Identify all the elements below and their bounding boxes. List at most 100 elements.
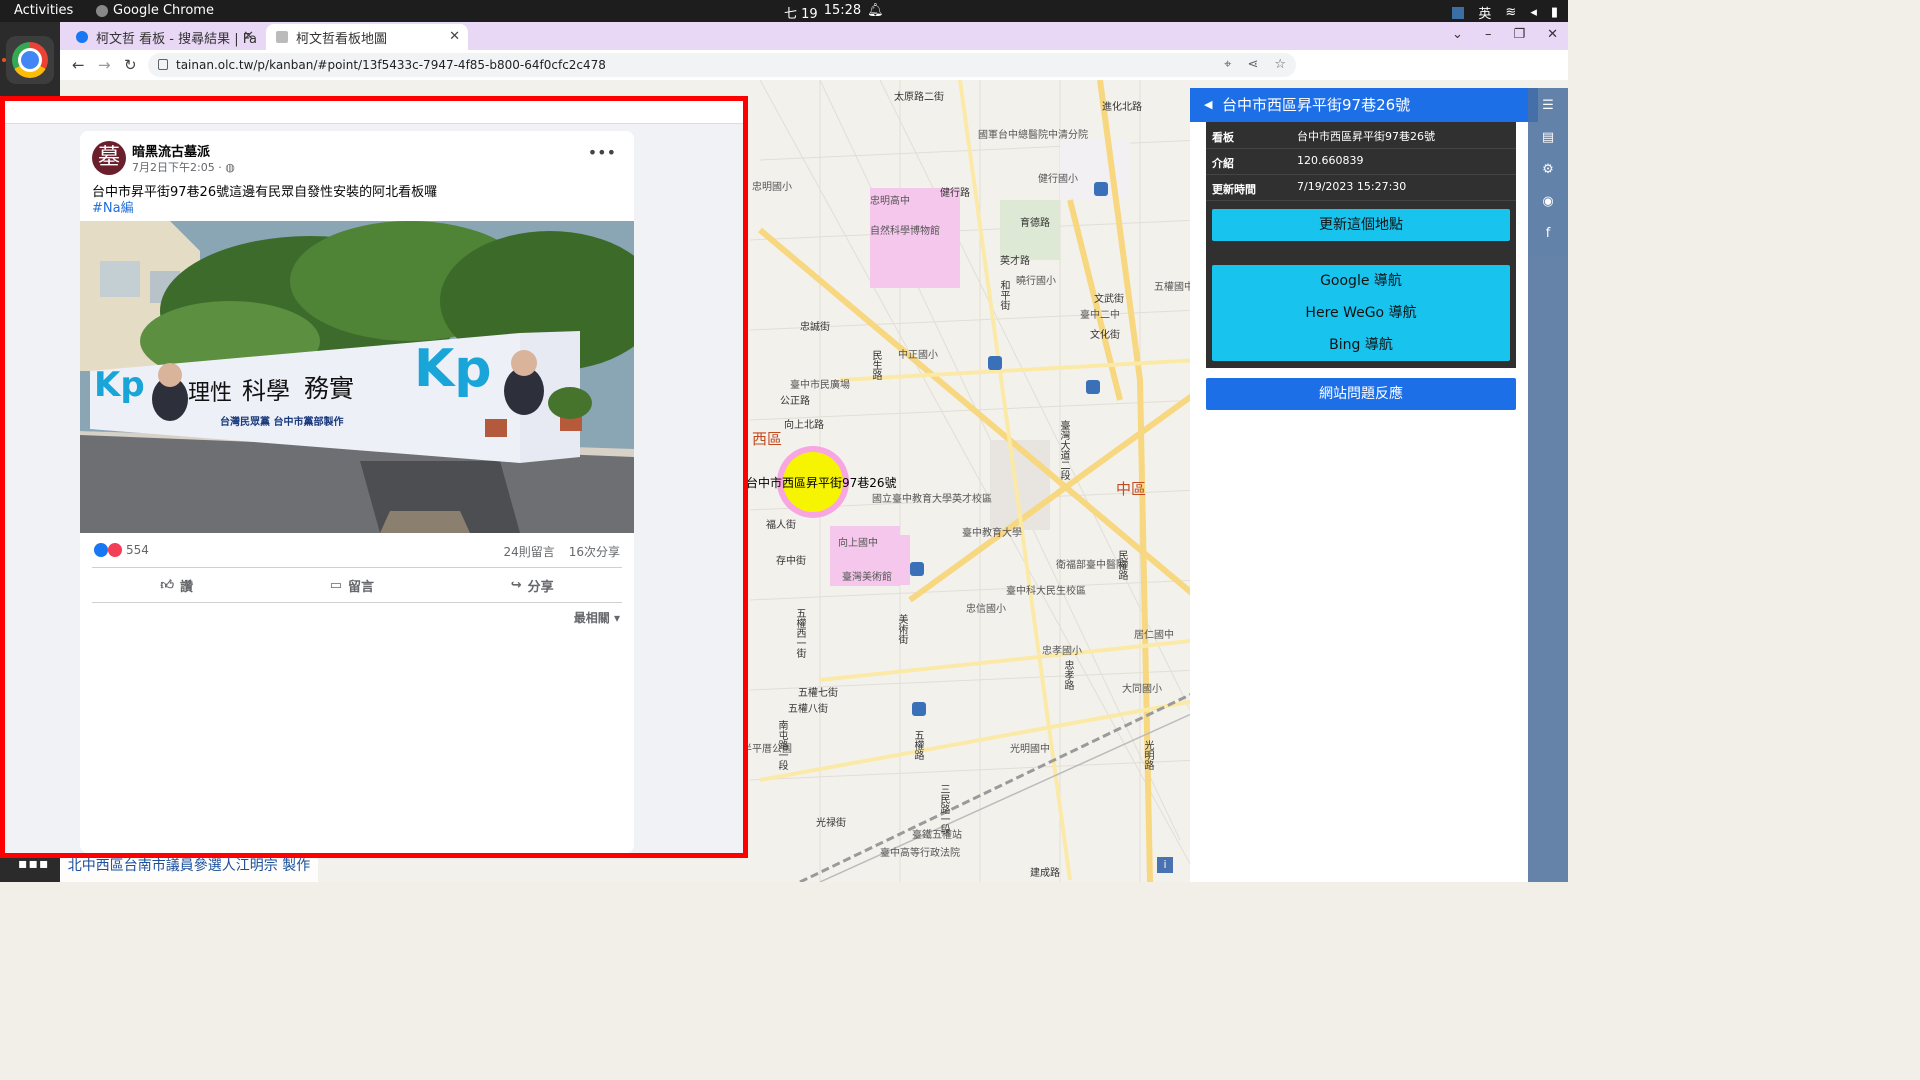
street-xiangshang: 向上北路 [784, 420, 824, 431]
post-time[interactable]: 7月2日下午2:05 · ◍ [132, 159, 235, 175]
facebook-post-card: 墓 暗黑流古墓派 7月2日下午2:05 · ◍ ••• 台中市昇平街97巷26號… [80, 131, 634, 853]
wifi-icon[interactable]: ≋ [1505, 5, 1516, 20]
volume-icon[interactable]: ◂ [1530, 5, 1537, 20]
street-wuquan8: 五權八街 [788, 704, 828, 715]
globe-icon: ◍ [225, 161, 235, 174]
bookmark-star-icon[interactable]: ☆ [1274, 57, 1286, 72]
comment-count[interactable]: 24則留言 [503, 543, 554, 560]
street-jiancheng: 建成路 [1030, 868, 1060, 879]
github-icon[interactable]: ◉ [1540, 194, 1556, 210]
tab-label: 柯文哲看板地圖 [296, 31, 388, 47]
battery-icon[interactable]: ▮ [1551, 5, 1558, 20]
banner-logo-right: Kp [414, 339, 492, 399]
thumbs-up-icon: 👍︎ [160, 577, 174, 593]
street-wenhua: 文化街 [1090, 330, 1120, 341]
share-icon[interactable]: ⋖ [1247, 57, 1258, 72]
bing-nav-button[interactable]: Bing 導航 [1212, 329, 1510, 361]
banner-logo-left: Kp [94, 365, 145, 405]
post-hashtag[interactable]: #Na編 [92, 197, 134, 216]
show-apps-icon[interactable]: ▪▪▪ [18, 856, 49, 872]
feedback-button[interactable]: 網站問題反應 [1206, 378, 1516, 410]
reaction-summary[interactable]: 554 [94, 543, 149, 557]
maximize-icon[interactable]: ❐ [1513, 27, 1525, 42]
back-icon[interactable]: ← [72, 56, 85, 74]
close-icon[interactable]: ✕ [243, 29, 254, 44]
banner-slogan-2: 科學 [242, 377, 290, 405]
clock-date: 七 19 [784, 7, 818, 22]
facebook-link-icon[interactable]: f [1540, 226, 1556, 242]
lock-icon[interactable] [158, 59, 168, 70]
info-row-updated: 更新時間 7/19/2023 15:27:30 [1206, 174, 1516, 201]
street-heping: 和平街 [998, 280, 1009, 310]
district-west-label: 西區 [752, 430, 783, 448]
chrome-launcher-icon[interactable] [6, 36, 54, 84]
poi-taichung2: 臺中二中 [1080, 310, 1120, 321]
url-text[interactable]: tainan.olc.tw/p/kanban/#point/13f5433c-7… [176, 58, 606, 72]
nav-buttons-group: Google 導航 Here WeGo 導航 Bing 導航 [1212, 265, 1510, 361]
street-minquan: 民權路 [1116, 550, 1127, 580]
browser-toolbar: ← → ↻ tainan.olc.tw/p/kanban/#point/13f5… [60, 50, 1568, 80]
info-icon[interactable]: i [1157, 857, 1173, 873]
comment-sort-dropdown[interactable]: 最相關 ▾ [574, 609, 620, 626]
poi-jianxing-es: 健行國小 [1038, 174, 1078, 185]
poi-zhongming-hs: 忠明高中 [870, 196, 910, 207]
poi-hospital: 國軍台中總醫院中清分院 [978, 130, 1088, 141]
tab-search-icon[interactable]: ⌄ [1452, 27, 1463, 42]
google-nav-button[interactable]: Google 導航 [1212, 265, 1510, 297]
post-author[interactable]: 暗黑流古墓派 [132, 141, 210, 160]
address-bar[interactable]: tainan.olc.tw/p/kanban/#point/13f5433c-7… [148, 53, 1296, 77]
gear-icon[interactable]: ⚙ [1540, 162, 1556, 178]
comment-label: 留言 [347, 579, 374, 595]
forward-icon[interactable]: → [98, 56, 111, 74]
poi-xiangshang-jh: 向上國中 [838, 538, 878, 549]
street-guanglu: 光禄街 [816, 818, 846, 829]
close-icon[interactable]: ✕ [449, 29, 460, 44]
marker-label[interactable]: 台中市西區昇平街97巷26號 [746, 474, 897, 491]
map-icon-sidebar: ☰ ▤ ⚙ ◉ f [1528, 88, 1568, 882]
tab-facebook-search[interactable]: 柯文哲 看板 - 搜尋結果 | Fa ✕ [76, 24, 262, 50]
share-button[interactable]: ↪ 分享 [511, 576, 554, 595]
minimize-icon[interactable]: – [1485, 27, 1492, 42]
activities-button[interactable]: Activities [14, 3, 73, 18]
ime-icon[interactable] [1452, 6, 1465, 19]
post-photo[interactable]: Kp Kp 理性 科學 務實 台灣民眾黨 台中市黨部製作 [80, 221, 634, 533]
post-message: 台中市昇平街97巷26號這邊有民眾自發性安裝的阿北看板囉 [92, 185, 438, 200]
banner-credit: 台灣民眾黨 台中市黨部製作 [220, 417, 344, 428]
more-options-icon[interactable]: ••• [588, 143, 616, 162]
street-taiwan-blvd: 臺灣大道二段 [1058, 420, 1069, 480]
share-count[interactable]: 16次分享 [569, 543, 620, 560]
tab-kanban-map[interactable]: 柯文哲看板地圖 ✕ [266, 24, 468, 50]
panel-title: 台中市西區昇平街97巷26號 [1222, 96, 1411, 114]
reload-icon[interactable]: ↻ [124, 56, 137, 74]
street-nantun: 南屯路一段 [776, 720, 787, 770]
info-value: 120.660839 [1297, 154, 1364, 167]
post-time-text: 7月2日下午2:05 · [132, 161, 226, 174]
street-zhongxiao: 忠孝路 [1062, 660, 1073, 690]
clock[interactable]: 七 19 15:28 🔔︎ [784, 3, 884, 22]
info-key: 介紹 [1212, 157, 1234, 170]
window-controls: ⌄ – ❐ ✕ [1452, 27, 1558, 42]
collapse-caret-icon[interactable]: ◀ [1204, 88, 1212, 122]
engagement-counts: 24則留言 16次分享 [503, 543, 620, 560]
like-button[interactable]: 👍︎ 讚 [160, 576, 193, 595]
photo-image [80, 221, 634, 533]
system-tray[interactable]: 英 ≋ ◂ ▮ [1452, 3, 1558, 22]
comment-button[interactable]: ▭ 留言 [330, 576, 374, 595]
street-sanmin: 三民路一段 [938, 784, 949, 834]
location-icon[interactable]: ⌖ [1224, 57, 1231, 72]
poi-kaotsun-es: 曉行國小 [1016, 276, 1056, 287]
herewego-nav-button[interactable]: Here WeGo 導航 [1212, 297, 1510, 329]
info-row-kanban: 看板 台中市西區昇平街97巷26號 [1206, 122, 1516, 149]
street-minsheng: 民生路 [870, 350, 881, 380]
menu-icon[interactable]: ☰ [1540, 98, 1556, 114]
info-key: 看板 [1212, 131, 1234, 144]
close-window-icon[interactable]: ✕ [1547, 27, 1558, 42]
book-icon[interactable]: ▤ [1540, 130, 1556, 146]
share-label: 分享 [527, 579, 554, 595]
app-menu[interactable]: Google Chrome [96, 3, 214, 18]
chrome-icon [96, 4, 108, 17]
ime-language[interactable]: 英 [1478, 3, 1491, 22]
avatar[interactable]: 墓 [92, 141, 126, 175]
update-location-button[interactable]: 更新這個地點 [1212, 209, 1510, 241]
comment-bubble-icon: ▭ [329, 577, 342, 593]
